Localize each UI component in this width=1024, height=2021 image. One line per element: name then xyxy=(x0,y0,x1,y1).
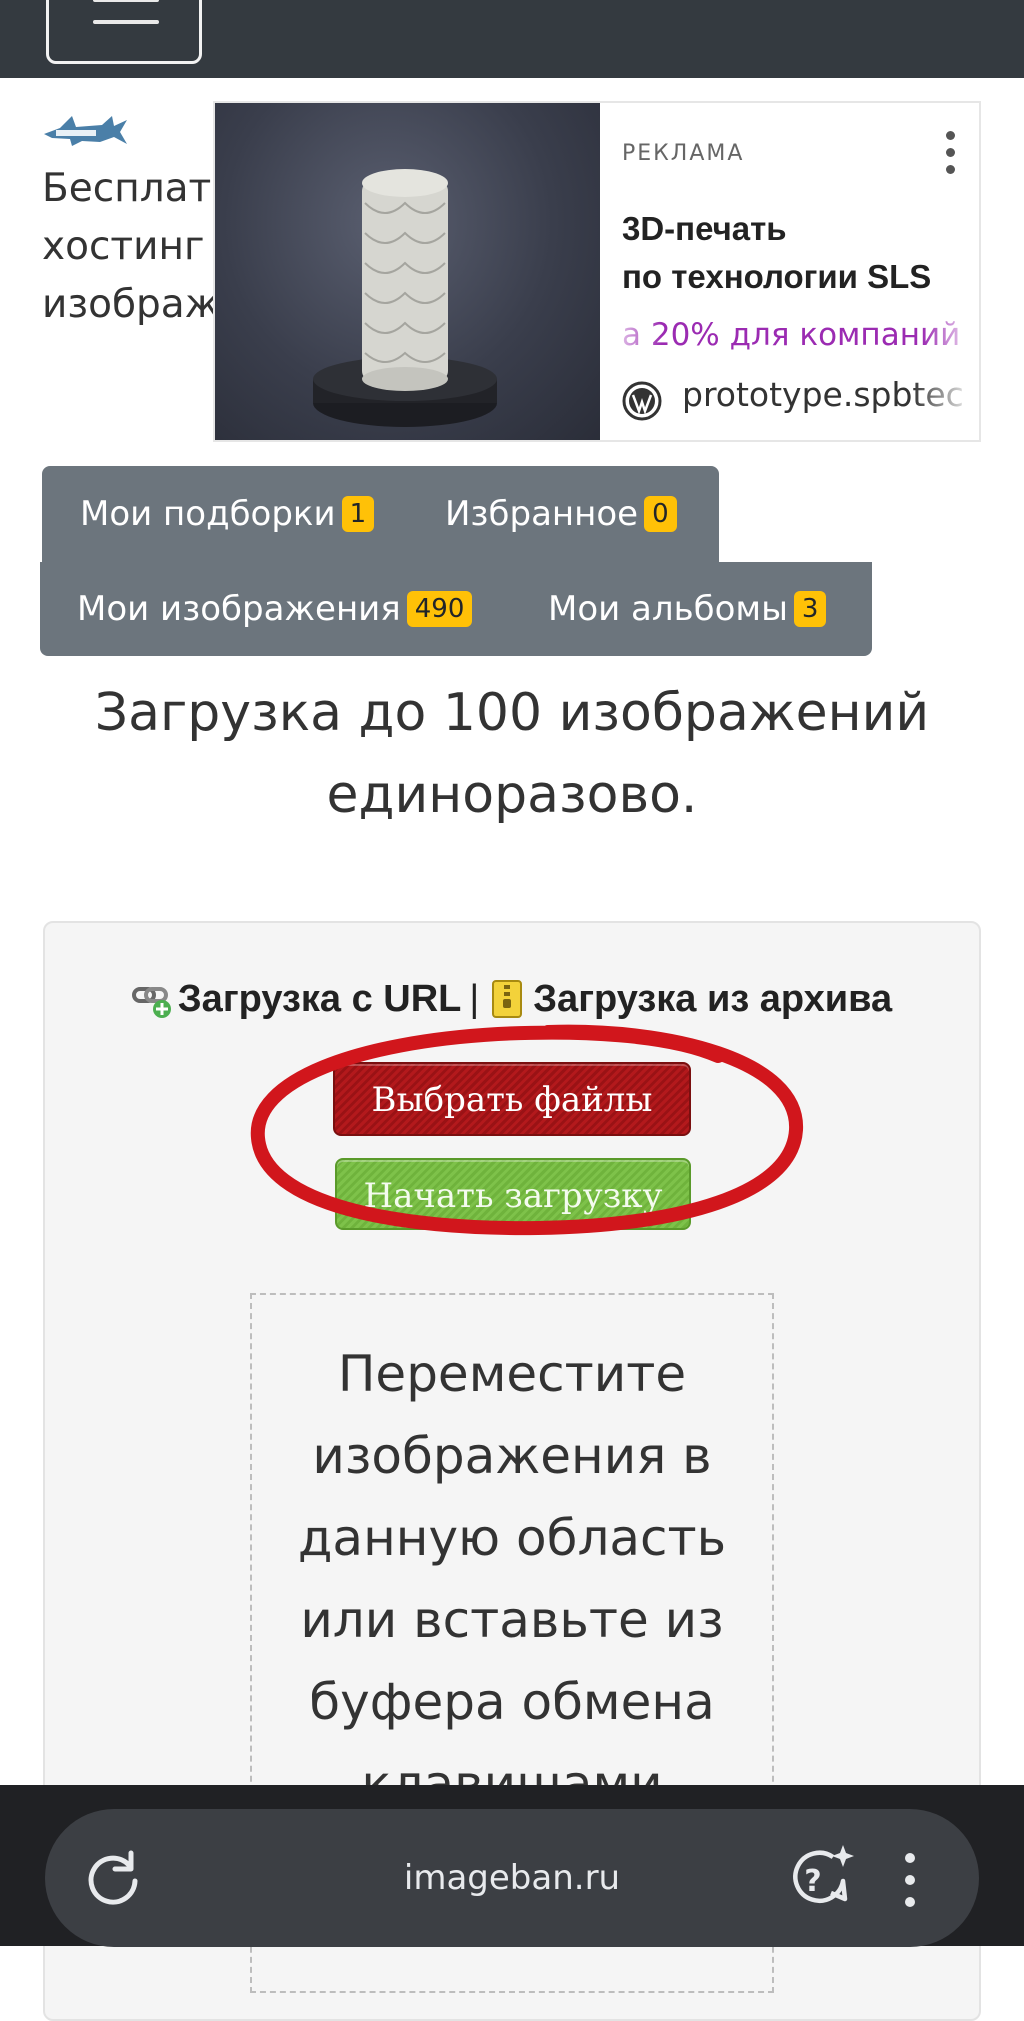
reload-icon[interactable] xyxy=(81,1847,145,1911)
upload-heading: Загрузка до 100 изображений единоразово. xyxy=(94,683,930,825)
ad-promo-text[interactable]: а 20% для компаний xyxy=(622,317,962,353)
wordpress-icon xyxy=(622,381,662,421)
count-badge: 1 xyxy=(341,496,375,532)
top-navbar xyxy=(0,0,1024,78)
ad-banner[interactable]: РЕКЛАМА 3D-печать по технологии SLS а 20… xyxy=(213,101,981,442)
upload-archive-link[interactable]: Загрузка из архива xyxy=(533,978,892,1020)
ad-site-url: prototype.spbtec xyxy=(682,375,962,414)
tab-label: Избранное xyxy=(445,494,639,534)
tabs-row-2: Мои изображения 490 Мои альбомы 3 xyxy=(40,562,872,656)
ad-product-image xyxy=(313,169,497,427)
browser-toolbar: imageban.ru ? xyxy=(0,1785,1024,1947)
archive-icon xyxy=(492,980,523,1018)
tab-my-images[interactable]: Мои изображения 490 xyxy=(77,562,473,656)
link-add-icon xyxy=(131,987,171,1018)
tab-label: Мои изображения xyxy=(77,589,401,629)
more-vert-icon[interactable] xyxy=(903,1853,917,1909)
tab-label: Мои подборки xyxy=(80,494,336,534)
shark-logo-icon[interactable] xyxy=(42,112,128,152)
upload-url-link[interactable]: Загрузка с URL xyxy=(178,978,462,1020)
hamburger-icon xyxy=(93,0,159,2)
tab-my-albums[interactable]: Мои альбомы 3 xyxy=(548,562,827,656)
tab-my-collections[interactable]: Мои подборки 1 xyxy=(80,466,375,562)
count-badge: 3 xyxy=(793,591,827,627)
link-separator: | xyxy=(469,978,480,1020)
address-bar[interactable]: imageban.ru ? xyxy=(45,1809,979,1947)
tab-label: Мои альбомы xyxy=(548,589,788,629)
ad-site[interactable]: prototype.spbtec xyxy=(622,375,962,421)
tabs-row-1: Мои подборки 1 Избранное 0 xyxy=(42,466,719,562)
upload-source-links: Загрузка с URL | Загрузка из архива xyxy=(0,978,1024,1021)
ad-title[interactable]: 3D-печать по технологии SLS xyxy=(622,205,972,301)
hamburger-icon-line xyxy=(93,20,159,24)
more-vert-icon[interactable] xyxy=(943,131,957,177)
menu-toggle-button[interactable] xyxy=(46,0,202,64)
assistant-sparkle-icon[interactable]: ? xyxy=(785,1843,855,1913)
site-tagline: Бесплатн хостинг изображе xyxy=(42,166,244,327)
count-badge: 490 xyxy=(406,591,473,627)
count-badge: 0 xyxy=(644,496,677,532)
ad-label: РЕКЛАМА xyxy=(622,141,745,166)
tab-favorites[interactable]: Избранное 0 xyxy=(445,466,677,562)
svg-text:?: ? xyxy=(804,1864,821,1899)
ad-image[interactable] xyxy=(215,103,600,440)
annotation-circle xyxy=(250,1024,804,1236)
drop-zone-text: Переместите изображения в данную область… xyxy=(297,1345,727,1813)
